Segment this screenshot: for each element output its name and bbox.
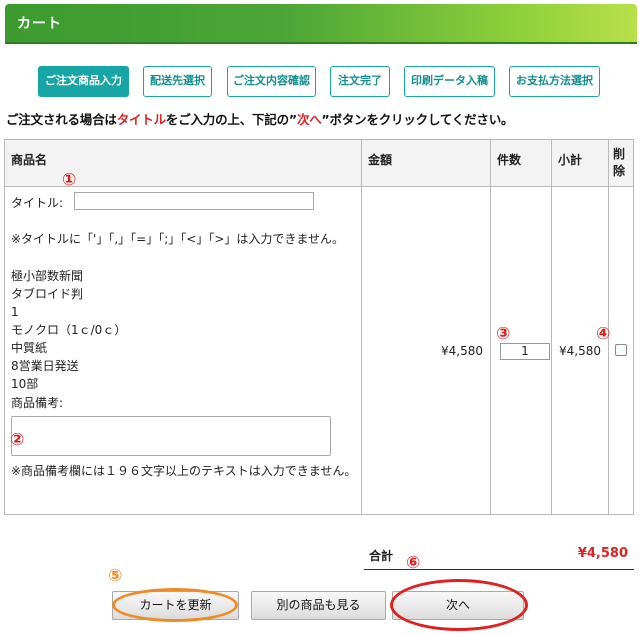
annotation-marker-5: ⑤: [108, 566, 123, 586]
header-quantity: 件数: [497, 153, 522, 167]
step-order-confirm[interactable]: ご注文内容確認: [227, 66, 316, 97]
detail-line: 極小部数新聞: [11, 269, 84, 283]
title-note: ※タイトルに「'」「,」「=」「;」「<」「>」は入力できません。: [11, 232, 345, 246]
quantity-input[interactable]: 1: [500, 343, 550, 360]
step-order-complete[interactable]: 注文完了: [330, 66, 390, 97]
delete-checkbox[interactable]: [615, 344, 627, 356]
cart-table: 商品名 金額 件数 小計 削除 タイトル: ※タイトルに「'」「,」「=」「;」…: [4, 139, 634, 515]
annotation-marker-4: ④: [596, 324, 611, 344]
annotation-marker-1: ①: [62, 170, 77, 190]
total-row: 合計 ¥4,580: [364, 544, 634, 570]
annotation-marker-2: ②: [10, 430, 25, 450]
memo-textarea[interactable]: [11, 416, 331, 456]
page-title: カート: [17, 16, 62, 32]
memo-label: 商品備考:: [11, 396, 64, 410]
title-label: タイトル:: [11, 196, 64, 210]
item-subtotal: ¥4,580: [559, 344, 601, 358]
detail-line: タブロイド判: [11, 287, 84, 301]
title-input[interactable]: [74, 192, 314, 210]
total-value: ¥4,580: [577, 546, 628, 561]
header-delete: 削除: [613, 147, 626, 178]
instruction-text: ご注文される場合はタイトルをご入力の上、下記の”次へ”ボタンをクリックしてくださ…: [6, 112, 514, 127]
detail-line: 10部: [11, 377, 39, 391]
item-price: ¥4,580: [441, 344, 483, 358]
annotation-marker-3: ③: [496, 324, 511, 344]
header-product-name: 商品名: [11, 153, 48, 167]
step-payment-select[interactable]: お支払方法選択: [509, 66, 600, 97]
product-details: 極小部数新聞 タブロイド判 1 モノクロ（1ｃ/0ｃ） 中質紙 8営業日発送 1…: [11, 267, 359, 393]
highlight-circle-orange: [112, 588, 238, 622]
cart-header-bar: カート: [5, 4, 637, 42]
column-divider: [551, 140, 552, 514]
header-subtotal: 小計: [558, 153, 583, 167]
column-divider: [490, 140, 491, 514]
product-name-cell: タイトル: ※タイトルに「'」「,」「=」「;」「<」「>」は入力できません。 …: [11, 192, 359, 481]
header-price: 金額: [368, 153, 393, 167]
detail-line: モノクロ（1ｃ/0ｃ）: [11, 323, 127, 337]
column-divider: [361, 140, 362, 514]
highlight-circle-red: [390, 579, 528, 631]
step-delivery-select[interactable]: 配送先選択: [143, 66, 212, 97]
memo-note: ※商品備考欄には１９６文字以上のテキストは入力できません。: [11, 464, 357, 478]
detail-line: 1: [11, 305, 19, 319]
detail-line: 中質紙: [11, 341, 48, 355]
browse-more-button[interactable]: 別の商品も見る: [251, 591, 386, 620]
detail-line: 8営業日発送: [11, 359, 79, 373]
table-header-row: 商品名 金額 件数 小計 削除: [5, 140, 633, 187]
total-label: 合計: [369, 549, 394, 563]
step-print-data-upload[interactable]: 印刷データ入稿: [404, 66, 495, 97]
step-order-input[interactable]: ご注文商品入力: [38, 66, 129, 97]
